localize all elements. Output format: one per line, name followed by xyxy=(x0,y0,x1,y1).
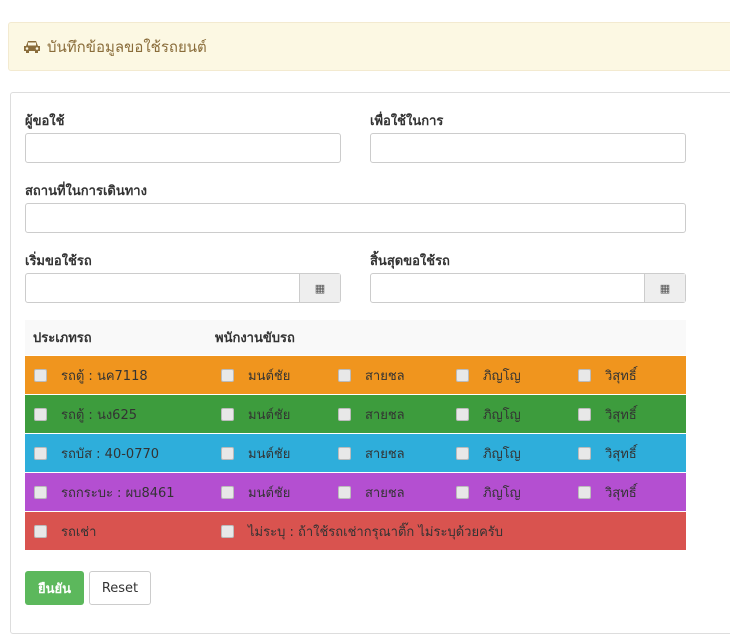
unspecified-checkbox[interactable] xyxy=(221,524,234,538)
driver-checkbox[interactable] xyxy=(456,485,469,499)
start-date-input[interactable]: ▦ xyxy=(25,273,341,303)
table-row: รถตู้ : นค7118 มนต์ชัย สายชล ภิญโญ วิสุทธิ์ xyxy=(25,355,686,394)
driver-label: ภิญโญ xyxy=(483,446,521,462)
unspecified-option[interactable]: ไม่ระบุ : ถ้าใช้รถเช่ากรุณาติ๊ก ไม่ระบุด… xyxy=(221,512,503,550)
driver-checkbox[interactable] xyxy=(578,446,591,460)
vehicle-checkbox[interactable] xyxy=(34,524,47,538)
car-icon xyxy=(24,40,40,53)
driver-option[interactable]: มนต์ชัย xyxy=(221,434,290,472)
driver-option[interactable]: สายชล xyxy=(338,356,405,394)
driver-checkbox[interactable] xyxy=(456,407,469,421)
driver-option[interactable]: วิสุทธิ์ xyxy=(578,395,637,433)
unspecified-label: ไม่ระบุ : ถ้าใช้รถเช่ากรุณาติ๊ก ไม่ระบุด… xyxy=(248,524,504,540)
start-label: เริ่มขอใช้รถ xyxy=(25,254,92,269)
driver-label: ภิญโญ xyxy=(483,485,521,501)
calendar-icon: ▦ xyxy=(314,281,326,295)
driver-checkbox[interactable] xyxy=(338,407,351,421)
purpose-input[interactable] xyxy=(370,133,686,163)
driver-checkbox[interactable] xyxy=(578,407,591,421)
driver-label: ภิญโญ xyxy=(483,407,521,423)
vehicle-label: รถตู้ : นค7118 xyxy=(61,368,148,384)
driver-checkbox[interactable] xyxy=(338,485,351,499)
driver-label: สายชล xyxy=(365,485,405,501)
vehicle-label: รถบัส : 40-0770 xyxy=(61,446,160,462)
driver-label: ภิญโญ xyxy=(483,368,521,384)
calendar-button[interactable]: ▦ xyxy=(299,274,340,302)
driver-option[interactable]: มนต์ชัย xyxy=(221,473,290,511)
end-label: สิ้นสุดขอใช้รถ xyxy=(370,254,450,269)
driver-option[interactable]: วิสุทธิ์ xyxy=(578,434,637,472)
col-driver: พนักงานขับรถ xyxy=(215,331,295,346)
driver-label: มนต์ชัย xyxy=(248,446,291,462)
driver-label: สายชล xyxy=(365,407,405,423)
driver-checkbox[interactable] xyxy=(456,368,469,382)
driver-option[interactable]: ภิญโญ xyxy=(456,356,521,394)
driver-option[interactable]: มนต์ชัย xyxy=(221,356,290,394)
vehicle-option[interactable]: รถตู้ : นค7118 xyxy=(34,356,148,394)
driver-checkbox[interactable] xyxy=(221,407,234,421)
driver-option[interactable]: วิสุทธิ์ xyxy=(578,356,637,394)
requester-label: ผู้ขอใช้ xyxy=(25,114,65,129)
driver-label: วิสุทธิ์ xyxy=(605,446,637,462)
driver-option[interactable]: สายชล xyxy=(338,473,405,511)
driver-option[interactable]: สายชล xyxy=(338,434,405,472)
reset-button[interactable]: Reset xyxy=(89,571,151,605)
calendar-icon: ▦ xyxy=(659,281,671,295)
end-date-input[interactable]: ▦ xyxy=(370,273,686,303)
vehicle-label: รถกระบะ : ผบ8461 xyxy=(61,485,175,501)
vehicle-checkbox[interactable] xyxy=(34,446,47,460)
driver-label: มนต์ชัย xyxy=(248,485,291,501)
vehicle-option[interactable]: รถกระบะ : ผบ8461 xyxy=(34,473,175,511)
vehicle-option[interactable]: รถเช่า xyxy=(34,512,96,550)
driver-checkbox[interactable] xyxy=(338,368,351,382)
driver-option[interactable]: ภิญโญ xyxy=(456,434,521,472)
driver-checkbox[interactable] xyxy=(456,446,469,460)
driver-option[interactable]: วิสุทธิ์ xyxy=(578,473,637,511)
table-row: รถตู้ : นง625 มนต์ชัย สายชล ภิญโญ วิสุทธิ์ xyxy=(25,394,686,433)
vehicle-checkbox[interactable] xyxy=(34,407,47,421)
driver-label: วิสุทธิ์ xyxy=(605,407,637,423)
driver-label: มนต์ชัย xyxy=(248,407,291,423)
driver-label: สายชล xyxy=(365,368,405,384)
driver-label: วิสุทธิ์ xyxy=(605,485,637,501)
page-header: บันทึกข้อมูลขอใช้รถยนต์ xyxy=(8,22,730,71)
vehicle-label: รถเช่า xyxy=(61,524,97,540)
table-header: ประเภทรถ พนักงานขับรถ xyxy=(25,320,686,355)
purpose-label: เพื่อใช้ในการ xyxy=(370,114,444,129)
driver-checkbox[interactable] xyxy=(338,446,351,460)
driver-option[interactable]: มนต์ชัย xyxy=(221,395,290,433)
driver-option[interactable]: ภิญโญ xyxy=(456,473,521,511)
submit-button[interactable]: ยืนยัน xyxy=(25,571,84,605)
vehicle-option[interactable]: รถตู้ : นง625 xyxy=(34,395,137,433)
vehicle-checkbox[interactable] xyxy=(34,485,47,499)
driver-checkbox[interactable] xyxy=(221,446,234,460)
driver-checkbox[interactable] xyxy=(578,485,591,499)
driver-label: มนต์ชัย xyxy=(248,368,291,384)
destination-label: สถานที่ในการเดินทาง xyxy=(25,184,147,199)
col-vehicle: ประเภทรถ xyxy=(33,331,92,346)
driver-checkbox[interactable] xyxy=(221,485,234,499)
driver-option[interactable]: ภิญโญ xyxy=(456,395,521,433)
header-title: บันทึกข้อมูลขอใช้รถยนต์ xyxy=(47,37,207,56)
vehicle-checkbox[interactable] xyxy=(34,368,47,382)
vehicle-option[interactable]: รถบัส : 40-0770 xyxy=(34,434,159,472)
calendar-button[interactable]: ▦ xyxy=(644,274,685,302)
table-row: รถเช่า ไม่ระบุ : ถ้าใช้รถเช่ากรุณาติ๊ก ไม… xyxy=(25,511,686,550)
table-row: รถบัส : 40-0770 มนต์ชัย สายชล ภิญโญ วิสุทธิ์ xyxy=(25,433,686,472)
vehicle-label: รถตู้ : นง625 xyxy=(61,407,137,423)
driver-checkbox[interactable] xyxy=(578,368,591,382)
driver-label: วิสุทธิ์ xyxy=(605,368,637,384)
driver-checkbox[interactable] xyxy=(221,368,234,382)
table-row: รถกระบะ : ผบ8461 มนต์ชัย สายชล ภิญโญ วิสุทธิ… xyxy=(25,472,686,511)
destination-input[interactable] xyxy=(25,203,686,233)
driver-label: สายชล xyxy=(365,446,405,462)
requester-input[interactable] xyxy=(25,133,341,163)
driver-option[interactable]: สายชล xyxy=(338,395,405,433)
vehicle-table: ประเภทรถ พนักงานขับรถ รถตู้ : นค7118 มนต์… xyxy=(25,320,686,550)
